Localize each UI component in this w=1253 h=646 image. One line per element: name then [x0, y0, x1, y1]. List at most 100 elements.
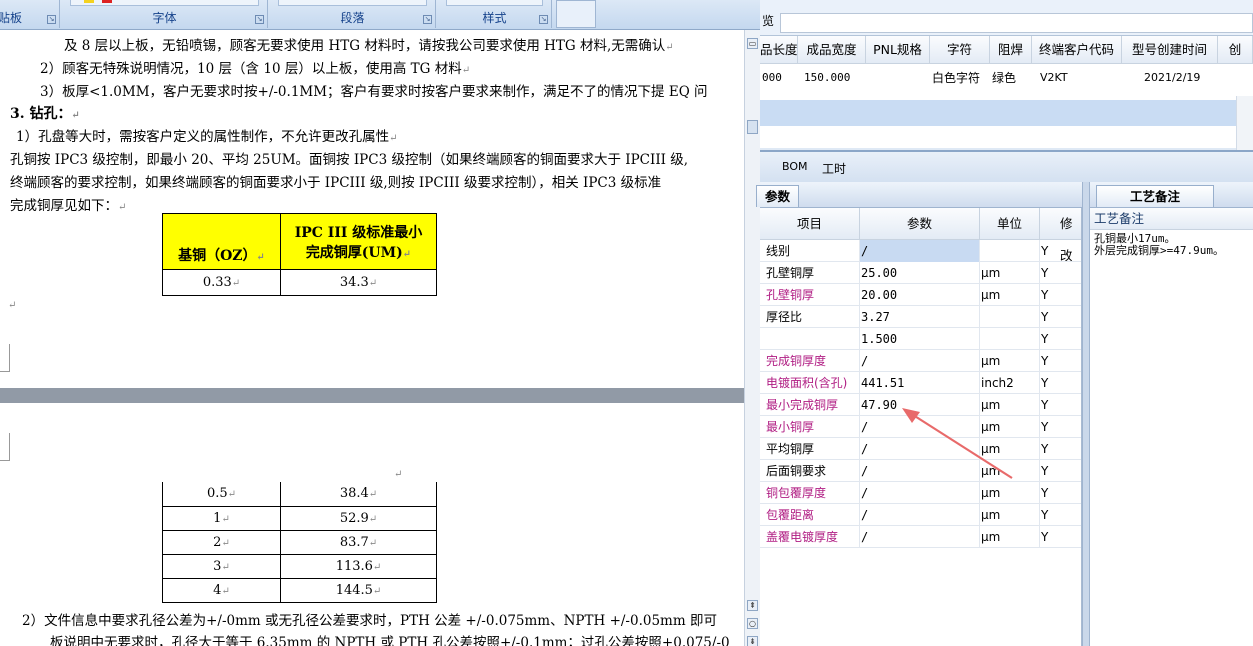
param-modify-cell[interactable]: Y	[1040, 306, 1081, 328]
param-item-cell[interactable]: 盖覆电镀厚度	[760, 526, 860, 548]
param-item-cell[interactable]: 电镀面积(含孔)	[760, 372, 860, 394]
param-row[interactable]: 1.500 Y	[760, 328, 1081, 350]
param-unit-cell[interactable]: μm	[980, 504, 1040, 526]
param-value-cell[interactable]: /	[860, 482, 980, 504]
dialog-launcher-icon[interactable]: ↘	[423, 15, 432, 24]
param-value-cell[interactable]: 20.00	[860, 284, 980, 306]
param-value-cell[interactable]: 47.90	[860, 394, 980, 416]
prev-page-icon[interactable]: ⇞	[747, 600, 758, 611]
param-item-cell[interactable]: 线别	[760, 240, 860, 262]
notes-text[interactable]: 孔铜最小17um。 外层完成铜厚>=47.9um。	[1090, 230, 1253, 260]
param-unit-cell[interactable]: μm	[980, 482, 1040, 504]
grid-cell[interactable]: V2KT	[1032, 65, 1122, 91]
param-unit-cell[interactable]: μm	[980, 438, 1040, 460]
tab-process-notes[interactable]: 工艺备注	[1096, 185, 1214, 207]
paragraph-controls[interactable]	[278, 0, 427, 6]
styles-gallery[interactable]	[446, 0, 543, 6]
scrollbar-thumb[interactable]	[747, 120, 758, 134]
column-header[interactable]: 终端客户代码	[1032, 36, 1122, 64]
column-header[interactable]: 型号创建时间	[1122, 36, 1218, 64]
param-modify-cell[interactable]: Y	[1040, 416, 1081, 438]
highlight-color-icon[interactable]	[84, 0, 94, 3]
document-page[interactable]: ↵ 0.5↵ 38.4↵ 1↵ 52.9↵ 2↵ 83.7↵ 3↵ 113.6↵ 4↵ 1…	[0, 403, 744, 646]
param-unit-cell[interactable]: μm	[980, 460, 1040, 482]
param-item-cell[interactable]: 孔壁铜厚	[760, 262, 860, 284]
param-unit-cell[interactable]: μm	[980, 350, 1040, 372]
param-modify-cell[interactable]: Y	[1040, 240, 1081, 262]
param-item-cell[interactable]: 平均铜厚	[760, 438, 860, 460]
column-header[interactable]: 单位	[980, 208, 1040, 240]
param-row[interactable]: 平均铜厚 / μm Y	[760, 438, 1081, 460]
param-unit-cell[interactable]: inch2	[980, 372, 1040, 394]
grid-row[interactable]: 000 150.000 白色字符 绿色 V2KT 2021/2/19	[760, 64, 1253, 92]
param-modify-cell[interactable]: Y	[1040, 482, 1081, 504]
column-header[interactable]: 成品宽度	[798, 36, 866, 64]
column-header[interactable]: 修改	[1040, 208, 1081, 263]
param-modify-cell[interactable]: Y	[1040, 438, 1081, 460]
param-value-cell[interactable]: /	[860, 526, 980, 548]
column-header[interactable]: 阻焊	[990, 36, 1032, 64]
column-header[interactable]: 品长度	[760, 36, 798, 64]
param-row[interactable]: 最小完成铜厚 47.90 μm Y	[760, 394, 1081, 416]
split-icon[interactable]: ▭	[747, 38, 758, 49]
param-value-cell[interactable]: 1.500	[860, 328, 980, 350]
grid-cell[interactable]	[866, 65, 930, 91]
param-unit-cell[interactable]: μm	[980, 262, 1040, 284]
param-value-cell[interactable]: /	[860, 416, 980, 438]
param-unit-cell[interactable]: μm	[980, 416, 1040, 438]
param-row[interactable]: 厚径比 3.27 Y	[760, 306, 1081, 328]
next-page-icon[interactable]: ⇟	[747, 636, 758, 646]
browse-object-icon[interactable]: ○	[747, 618, 758, 629]
param-row[interactable]: 孔壁铜厚 25.00 μm Y	[760, 262, 1081, 284]
param-item-cell[interactable]: 完成铜厚度	[760, 350, 860, 372]
param-row[interactable]: 盖覆电镀厚度 / μm Y	[760, 526, 1081, 548]
param-item-cell[interactable]: 铜包覆厚度	[760, 482, 860, 504]
ribbon-group-editing[interactable]	[556, 0, 596, 28]
grid-cell[interactable]: 绿色	[990, 65, 1032, 91]
param-item-cell[interactable]: 厚径比	[760, 306, 860, 328]
param-unit-cell[interactable]: μm	[980, 526, 1040, 548]
param-unit-cell[interactable]	[980, 306, 1040, 328]
column-header[interactable]: 字符	[930, 36, 990, 64]
dialog-launcher-icon[interactable]: ↘	[539, 15, 548, 24]
grid-cell[interactable]: 000	[760, 65, 798, 91]
tab-labor-hours[interactable]: 工时	[822, 160, 846, 177]
param-row[interactable]: 完成铜厚度 / μm Y	[760, 350, 1081, 372]
param-item-cell[interactable]: 后面铜要求	[760, 460, 860, 482]
param-value-cell[interactable]: 3.27	[860, 306, 980, 328]
param-modify-cell[interactable]: Y	[1040, 526, 1081, 548]
panel-splitter[interactable]	[1082, 182, 1090, 646]
grid-cell[interactable]: 白色字符	[930, 65, 990, 91]
column-header[interactable]: PNL规格	[866, 36, 930, 64]
param-item-cell[interactable]: 最小完成铜厚	[760, 394, 860, 416]
dialog-launcher-icon[interactable]: ↘	[47, 15, 56, 24]
param-unit-cell[interactable]	[980, 328, 1040, 350]
param-modify-cell[interactable]: Y	[1040, 262, 1081, 284]
filter-field[interactable]	[780, 13, 1253, 33]
dialog-launcher-icon[interactable]: ↘	[255, 15, 264, 24]
param-item-cell[interactable]: 最小铜厚	[760, 416, 860, 438]
param-value-cell[interactable]: /	[860, 350, 980, 372]
param-modify-cell[interactable]: Y	[1040, 284, 1081, 306]
param-modify-cell[interactable]: Y	[1040, 372, 1081, 394]
param-modify-cell[interactable]: Y	[1040, 350, 1081, 372]
param-row[interactable]: 电镀面积(含孔) 441.51 inch2 Y	[760, 372, 1081, 394]
param-row[interactable]: 包覆距离 / μm Y	[760, 504, 1081, 526]
param-unit-cell[interactable]: μm	[980, 394, 1040, 416]
tab-parameters[interactable]: 参数	[756, 185, 800, 207]
param-row[interactable]: 后面铜要求 / μm Y	[760, 460, 1081, 482]
font-color-icon[interactable]	[102, 0, 112, 3]
font-controls[interactable]	[70, 0, 259, 6]
column-header[interactable]: 参数	[860, 208, 980, 240]
param-item-cell[interactable]	[760, 328, 860, 350]
grid-cell[interactable]: 150.000	[798, 65, 866, 91]
column-header[interactable]: 项目	[760, 208, 860, 240]
document-scrollbar[interactable]: ▭ ⇞ ○ ⇟	[744, 30, 760, 646]
grid-cell[interactable]: 2021/2/19	[1122, 65, 1218, 91]
param-value-cell[interactable]: 25.00	[860, 262, 980, 284]
param-value-cell[interactable]: /	[860, 504, 980, 526]
param-modify-cell[interactable]: Y	[1040, 504, 1081, 526]
param-modify-cell[interactable]: Y	[1040, 394, 1081, 416]
document-page[interactable]: 及 8 层以上板，无铅喷锡，顾客无要求使用 HTG 材料时，请按我公司要求使用 …	[0, 30, 744, 388]
param-value-cell[interactable]: 441.51	[860, 372, 980, 394]
